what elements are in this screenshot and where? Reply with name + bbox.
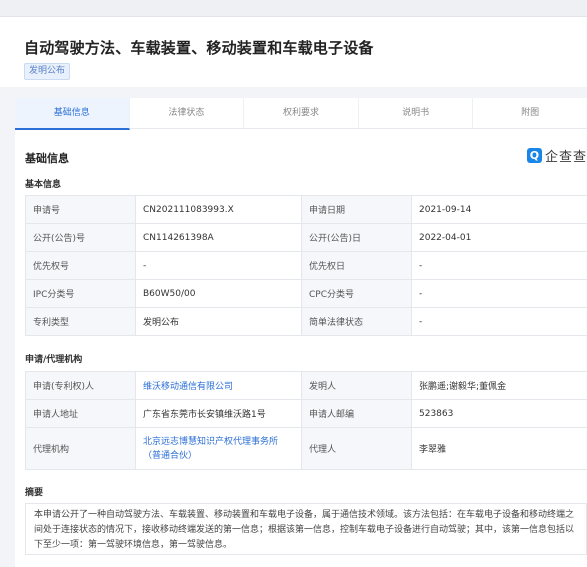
tab-basic-info[interactable]: 基础信息 [15, 98, 130, 130]
field-label: IPC分类号 [25, 279, 136, 308]
table-row: 申请人地址 广东省东莞市长安镇维沃路1号 申请人邮编 523863 [25, 399, 587, 428]
brand-text: 企查查 [544, 150, 587, 165]
field-label: 专利类型 [25, 307, 136, 336]
patent-header: 自动驾驶方法、车载装置、移动装置和车载电子设备 发明公布 [0, 17, 587, 87]
qichacha-logo-icon: Q [526, 148, 542, 163]
tab-description[interactable]: 说明书 [359, 98, 474, 128]
table-row: 优先权号 - 优先权日 - [25, 251, 587, 280]
field-value: 2021-09-14 [411, 195, 587, 224]
table-row: 申请(专利权)人 维沃移动通信有限公司 发明人 张鹏遥;谢毅华;董佩金 [25, 371, 587, 400]
table-row: IPC分类号 B60W50/00 CPC分类号 - [25, 279, 587, 308]
table-row: 专利类型 发明公布 简单法律状态 - [25, 307, 587, 336]
field-label: 发明人 [301, 371, 412, 400]
abstract-text: 本申请公开了一种自动驾驶方法、车载装置、移动装置和车载电子设备，属于通信技术领域… [25, 503, 587, 555]
field-value: 张鹏遥;谢毅华;董佩金 [411, 371, 587, 400]
field-value: - [411, 279, 587, 308]
patent-type-badge: 发明公布 [24, 63, 71, 80]
field-label: CPC分类号 [301, 279, 412, 308]
qichacha-brand[interactable]: Q 企查查 [526, 146, 587, 165]
field-value: 广东省东莞市长安镇维沃路1号 [135, 399, 302, 428]
tab-bar: 基础信息 法律状态 权利要求 说明书 附图 [15, 98, 587, 130]
abstract-heading: 摘要 [25, 488, 44, 498]
field-label: 公开(公告)日 [301, 223, 412, 252]
agency-link[interactable]: 北京远志博慧知识产权代理事务所（普通合伙） [143, 437, 278, 461]
field-value: - [411, 307, 587, 336]
tab-legal-status[interactable]: 法律状态 [130, 98, 245, 128]
basic-info-heading: 基本信息 [25, 180, 62, 190]
agency-heading: 申请/代理机构 [25, 355, 83, 365]
top-strip [0, 0, 587, 17]
field-label: 简单法律状态 [301, 307, 412, 336]
field-label: 申请(专利权)人 [25, 371, 136, 400]
field-value: B60W50/00 [135, 279, 302, 308]
field-label: 公开(公告)号 [25, 223, 136, 252]
field-value: - [411, 251, 587, 280]
field-value: CN114261398A [135, 223, 302, 252]
field-value: 发明公布 [135, 307, 302, 336]
field-label: 优先权日 [301, 251, 412, 280]
field-value: 北京远志博慧知识产权代理事务所（普通合伙） [135, 427, 302, 470]
table-row: 代理机构 北京远志博慧知识产权代理事务所（普通合伙） 代理人 李翠雅 [25, 427, 587, 470]
field-value: 2022-04-01 [411, 223, 587, 252]
field-label: 代理机构 [25, 427, 136, 470]
field-value: 维沃移动通信有限公司 [135, 371, 302, 400]
tab-claims[interactable]: 权利要求 [244, 98, 359, 128]
field-label: 优先权号 [25, 251, 136, 280]
section-title: 基础信息 [25, 152, 69, 165]
field-label: 申请日期 [301, 195, 412, 224]
field-label: 申请人地址 [25, 399, 136, 428]
field-value: 李翠雅 [411, 427, 587, 470]
tab-drawings[interactable]: 附图 [473, 98, 587, 128]
field-value: 523863 [411, 399, 587, 428]
table-row: 申请号 CN202111083993.X 申请日期 2021-09-14 [25, 195, 587, 224]
table-row: 公开(公告)号 CN114261398A 公开(公告)日 2022-04-01 [25, 223, 587, 252]
basic-info-table: 申请号 CN202111083993.X 申请日期 2021-09-14 公开(… [25, 195, 587, 336]
field-label: 代理人 [301, 427, 412, 470]
agency-table: 申请(专利权)人 维沃移动通信有限公司 发明人 张鹏遥;谢毅华;董佩金 申请人地… [25, 371, 587, 470]
applicant-link[interactable]: 维沃移动通信有限公司 [143, 382, 233, 392]
field-value: CN202111083993.X [135, 195, 302, 224]
detail-panel: 基础信息 法律状态 权利要求 说明书 附图 基础信息 Q 企查查 基本信息 申请… [15, 98, 587, 567]
field-label: 申请人邮编 [301, 399, 412, 428]
field-value: - [135, 251, 302, 280]
patent-title: 自动驾驶方法、车载装置、移动装置和车载电子设备 [24, 39, 374, 57]
field-label: 申请号 [25, 195, 136, 224]
